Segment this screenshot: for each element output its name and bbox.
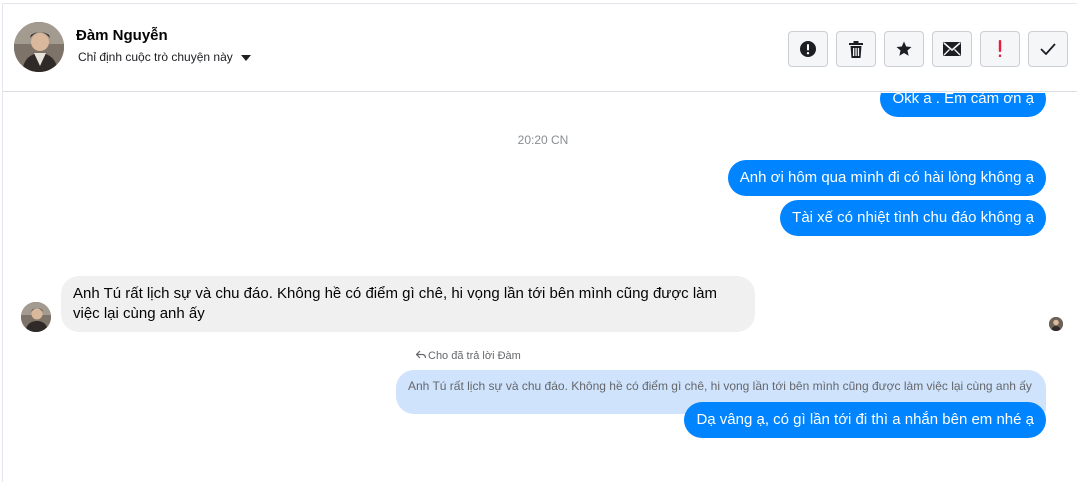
- reply-arrow-icon: [415, 350, 427, 362]
- assign-conversation-dropdown[interactable]: Chỉ định cuộc trò chuyện này: [78, 50, 251, 64]
- seen-avatar: [1049, 317, 1063, 331]
- contact-avatar-small[interactable]: [21, 302, 51, 332]
- trash-icon: [848, 40, 864, 58]
- contact-avatar[interactable]: [14, 22, 64, 72]
- message-thread[interactable]: Okk a . Em cảm ơn ạ 20:20 CN Anh ơi hôm …: [3, 93, 1077, 482]
- outgoing-message[interactable]: Anh ơi hôm qua mình đi có hài lòng không…: [727, 160, 1046, 196]
- envelope-icon: [943, 42, 961, 56]
- outgoing-message[interactable]: Dạ vâng ạ, có gì lần tới đi thì a nhắn b…: [684, 402, 1046, 438]
- exclamation-icon: [997, 40, 1003, 58]
- star-button[interactable]: [884, 31, 924, 67]
- mark-done-button[interactable]: [1028, 31, 1068, 67]
- reply-indicator-label: Cho đã trả lời Đàm: [428, 350, 521, 362]
- mark-unread-button[interactable]: [932, 31, 972, 67]
- assign-conversation-label: Chỉ định cuộc trò chuyện này: [78, 50, 233, 64]
- exclamation-circle-icon: [799, 40, 817, 58]
- report-spam-button[interactable]: [788, 31, 828, 67]
- reply-indicator: Cho đã trả lời Đàm: [415, 350, 521, 362]
- flag-important-button[interactable]: [980, 31, 1020, 67]
- contact-name[interactable]: Đàm Nguyễn: [76, 27, 168, 44]
- toolbar: [788, 31, 1068, 67]
- star-icon: [895, 40, 913, 58]
- caret-down-icon: [240, 55, 251, 61]
- conversation-header: Đàm Nguyễn Chỉ định cuộc trò chuyện này: [3, 4, 1077, 92]
- delete-button[interactable]: [836, 31, 876, 67]
- checkmark-icon: [1040, 43, 1056, 55]
- incoming-message[interactable]: Anh Tú rất lịch sự và chu đáo. Không hề …: [61, 276, 755, 332]
- timestamp: 20:20 CN: [517, 133, 569, 147]
- outgoing-message[interactable]: Okk a . Em cảm ơn ạ: [880, 93, 1046, 117]
- outgoing-message[interactable]: Tài xế có nhiệt tình chu đáo không ạ: [780, 200, 1046, 236]
